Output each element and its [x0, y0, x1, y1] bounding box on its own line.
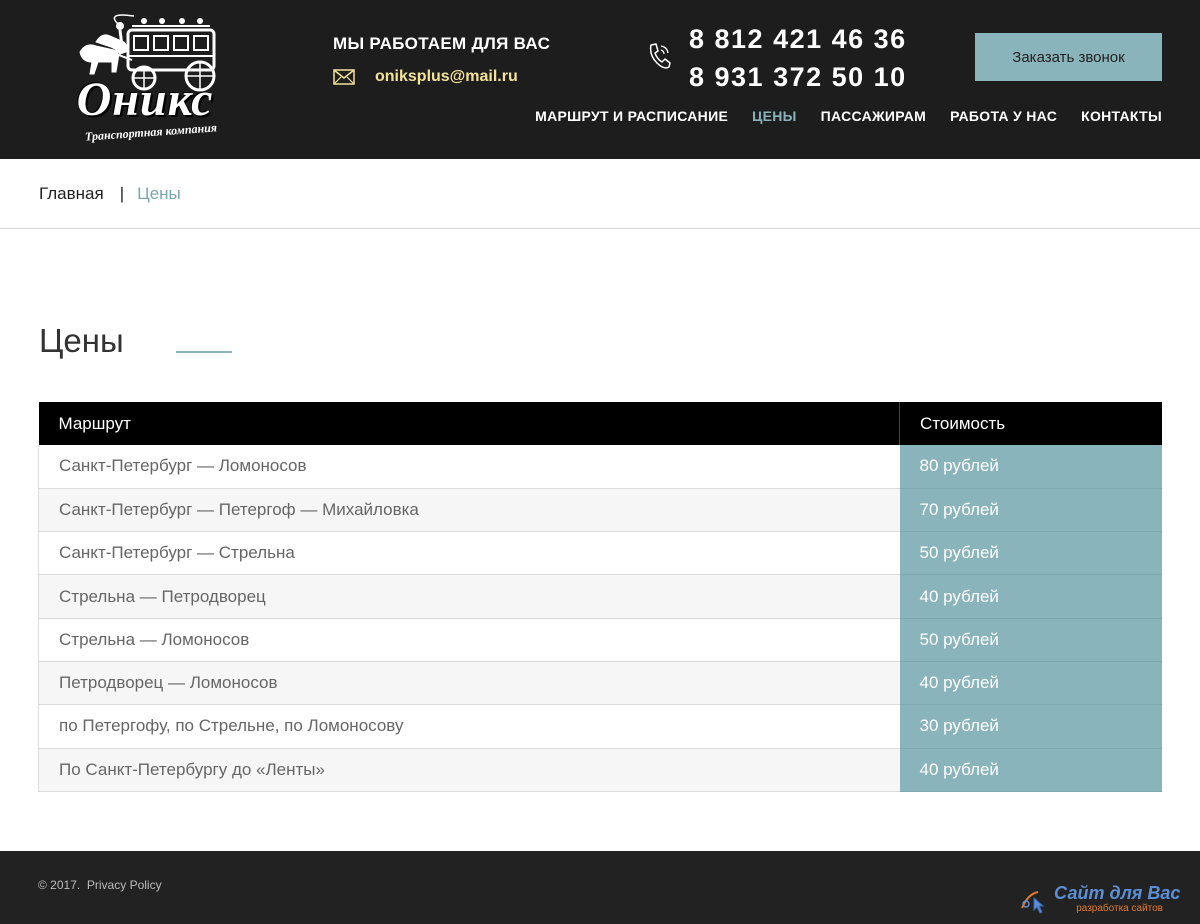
breadcrumb: Главная | Цены	[39, 184, 181, 204]
table-row: по Петергофу, по Стрельне, по Ломоносову…	[38, 704, 1162, 749]
route-cell: Санкт-Петербург — Ломоносов	[38, 445, 900, 489]
route-cell: По Санкт-Петербургу до «Ленты»	[38, 748, 900, 792]
table-row: Петродворец — Ломоносов 40 рублей	[38, 661, 1162, 706]
privacy-policy-link[interactable]: Privacy Policy	[87, 878, 162, 892]
site-header: Оникс Транспортная компания МЫ РАБОТАЕМ …	[0, 0, 1200, 159]
copyright-year: © 2017.	[38, 878, 81, 892]
price-cell: 50 рублей	[899, 618, 1162, 662]
logo-wordmark: Оникс	[76, 73, 214, 126]
work-for-you-heading: МЫ РАБОТАЕМ ДЛЯ ВАС	[333, 34, 551, 53]
route-cell: Стрельна — Ломоносов	[38, 618, 900, 662]
route-cell: Санкт-Петербург — Стрельна	[38, 531, 900, 576]
email-link[interactable]: oniksplus@mail.ru	[375, 68, 518, 86]
title-underline	[176, 351, 232, 353]
table-header-row: Маршрут Стоимость	[38, 402, 1162, 445]
route-cell: по Петергофу, по Стрельне, по Ломоносову	[38, 704, 900, 749]
price-cell: 40 рублей	[899, 748, 1162, 792]
price-cell: 30 рублей	[899, 704, 1162, 749]
breadcrumb-divider	[0, 228, 1200, 229]
table-row: Санкт-Петербург — Ломоносов 80 рублей	[38, 445, 1162, 489]
route-column-header: Маршрут	[38, 402, 900, 445]
price-cell: 40 рублей	[899, 574, 1162, 619]
table-row: Санкт-Петербург — Стрельна 50 рублей	[38, 531, 1162, 576]
route-cell: Санкт-Петербург — Петергоф — Михайловка	[38, 488, 900, 533]
developer-name: Сайт для Вас	[1054, 883, 1181, 903]
price-table: Маршрут Стоимость Санкт-Петербург — Ломо…	[38, 402, 1162, 792]
nav-prices[interactable]: ЦЕНЫ	[752, 108, 797, 124]
price-cell: 50 рублей	[899, 531, 1162, 576]
developer-tagline: разработка сайтов	[1076, 903, 1163, 914]
mail-icon	[333, 69, 355, 85]
developer-logo[interactable]: Сайт для Вас разработка сайтов	[1018, 883, 1180, 915]
nav-route-schedule[interactable]: МАРШРУТ И РАСПИСАНИЕ	[535, 108, 728, 124]
price-cell: 70 рублей	[899, 488, 1162, 533]
site-footer: © 2017. Privacy Policy Сайт для Вас разр…	[0, 851, 1200, 924]
breadcrumb-current: Цены	[137, 184, 181, 203]
table-row: По Санкт-Петербургу до «Ленты» 40 рублей	[38, 748, 1162, 792]
phone-number-2[interactable]: 8 931 372 50 10	[689, 62, 907, 93]
route-cell: Стрельна — Петродворец	[38, 574, 900, 619]
phone-icon	[649, 43, 671, 69]
table-row: Санкт-Петербург — Петергоф — Михайловка …	[38, 488, 1162, 533]
breadcrumb-home[interactable]: Главная	[39, 184, 104, 204]
page-title: Цены	[39, 322, 124, 359]
copyright: © 2017. Privacy Policy	[38, 878, 162, 892]
cursor-hand-icon	[1021, 891, 1045, 914]
nav-passengers[interactable]: ПАССАЖИРАМ	[821, 108, 926, 124]
table-row: Стрельна — Петродворец 40 рублей	[38, 574, 1162, 619]
phone-number-1[interactable]: 8 812 421 46 36	[689, 24, 907, 55]
company-logo[interactable]: Оникс Транспортная компания	[36, 12, 248, 144]
nav-contacts[interactable]: КОНТАКТЫ	[1081, 108, 1162, 124]
price-cell: 80 рублей	[899, 445, 1162, 489]
breadcrumb-separator: |	[119, 184, 125, 203]
route-cell: Петродворец — Ломоносов	[38, 661, 900, 706]
main-nav: МАРШРУТ И РАСПИСАНИЕ ЦЕНЫ ПАССАЖИРАМ РАБ…	[535, 108, 1162, 124]
order-callback-button[interactable]: Заказать звонок	[975, 33, 1162, 81]
table-row: Стрельна — Ломоносов 50 рублей	[38, 618, 1162, 662]
email-row: oniksplus@mail.ru	[333, 66, 518, 88]
price-cell: 40 рублей	[899, 661, 1162, 706]
price-column-header: Стоимость	[899, 402, 1162, 445]
nav-careers[interactable]: РАБОТА У НАС	[950, 108, 1057, 124]
